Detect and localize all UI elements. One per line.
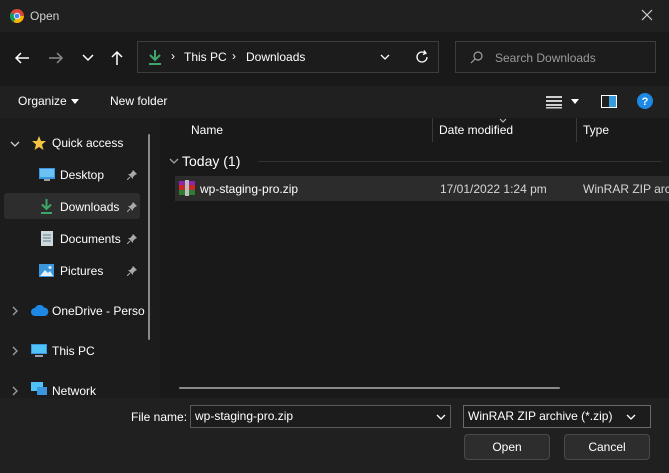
search-placeholder: Search Downloads <box>495 51 596 65</box>
group-divider <box>258 161 662 162</box>
file-row[interactable]: wp-staging-pro.zip 17/01/2022 1:24 pm Wi… <box>175 176 669 201</box>
desktop-icon <box>39 168 55 181</box>
file-type-dropdown-chevron-icon[interactable] <box>626 414 636 421</box>
this-pc-expand-chevron-icon[interactable] <box>12 346 19 356</box>
pin-icon <box>127 202 137 212</box>
close-icon[interactable] <box>640 8 654 22</box>
file-name-input-value: wp-staging-pro.zip <box>195 409 294 423</box>
file-list-pane: Name Date modified Type Today (1) wp-sta… <box>160 118 669 398</box>
window-title: Open <box>30 9 60 23</box>
breadcrumb-this-pc[interactable]: This PC <box>184 50 227 64</box>
search-icon <box>470 51 483 64</box>
nav-item-desktop[interactable]: Desktop <box>60 168 104 182</box>
winrar-archive-icon <box>179 180 195 196</box>
nav-item-pictures[interactable]: Pictures <box>60 264 103 278</box>
new-folder-button[interactable]: New folder <box>110 94 167 108</box>
address-bar[interactable]: › This PC › Downloads <box>137 41 439 73</box>
breadcrumb-downloads[interactable]: Downloads <box>246 50 305 64</box>
back-arrow-icon[interactable] <box>14 51 30 65</box>
pictures-icon <box>39 264 54 277</box>
nav-item-documents[interactable]: Documents <box>60 232 121 246</box>
file-name-label: File name: <box>131 410 188 424</box>
nav-item-this-pc[interactable]: This PC <box>52 344 95 358</box>
chrome-icon <box>10 9 24 23</box>
download-icon <box>40 198 53 214</box>
svg-text:?: ? <box>642 96 649 108</box>
help-icon[interactable]: ? <box>637 93 653 109</box>
column-divider <box>576 118 577 142</box>
group-collapse-chevron-icon[interactable] <box>169 158 179 165</box>
cancel-button[interactable]: Cancel <box>564 434 650 460</box>
forward-arrow-icon[interactable] <box>48 51 64 65</box>
nav-quick-access[interactable]: Quick access <box>52 136 123 150</box>
navigation-pane: Quick access Desktop Downloads Documents… <box>0 118 160 398</box>
file-date-modified: 17/01/2022 1:24 pm <box>440 182 547 196</box>
view-dropdown-caret-icon[interactable] <box>571 99 579 104</box>
command-bar: Organize New folder ? <box>0 86 669 118</box>
recent-locations-chevron-icon[interactable] <box>82 54 94 62</box>
download-icon <box>148 49 162 65</box>
file-name: wp-staging-pro.zip <box>200 182 299 196</box>
column-header-date-modified[interactable]: Date modified <box>439 123 513 137</box>
nav-item-downloads[interactable]: Downloads <box>60 200 119 214</box>
computer-icon <box>31 344 47 358</box>
open-button[interactable]: Open <box>464 434 550 460</box>
pin-icon <box>127 234 137 244</box>
onedrive-expand-chevron-icon[interactable] <box>12 306 19 316</box>
title-bar: Open <box>0 0 669 32</box>
file-type-select[interactable]: WinRAR ZIP archive (*.zip) <box>463 405 651 428</box>
network-expand-chevron-icon[interactable] <box>12 386 19 396</box>
view-options-icon[interactable] <box>546 95 562 109</box>
up-arrow-icon[interactable] <box>110 50 124 66</box>
breadcrumb-separator: › <box>171 49 175 63</box>
quick-access-expanded-chevron-icon[interactable] <box>10 141 20 148</box>
network-icon <box>31 382 47 398</box>
horizontal-scrollbar[interactable] <box>179 387 560 389</box>
star-icon <box>31 135 47 151</box>
refresh-icon[interactable] <box>415 50 429 64</box>
file-type-select-value: WinRAR ZIP archive (*.zip) <box>468 409 613 423</box>
nav-pane-scrollbar[interactable] <box>148 134 150 340</box>
breadcrumb-separator: › <box>232 49 236 63</box>
column-divider <box>432 118 433 142</box>
column-header-type[interactable]: Type <box>583 123 609 137</box>
pin-icon <box>127 170 137 180</box>
group-header-today[interactable]: Today (1) <box>182 153 240 169</box>
preview-pane-icon[interactable] <box>601 95 617 108</box>
pin-icon <box>127 266 137 276</box>
file-name-dropdown-chevron-icon[interactable] <box>436 414 446 421</box>
column-header-name[interactable]: Name <box>191 123 223 137</box>
address-dropdown-chevron-icon[interactable] <box>380 54 390 61</box>
nav-item-network[interactable]: Network <box>52 384 96 398</box>
organize-dropdown-caret-icon <box>71 99 79 104</box>
file-name-input[interactable]: wp-staging-pro.zip <box>190 405 451 428</box>
nav-item-onedrive[interactable]: OneDrive - Perso <box>52 304 145 318</box>
search-box[interactable]: Search Downloads <box>455 41 656 73</box>
file-type: WinRAR ZIP archi <box>583 182 669 196</box>
document-icon <box>41 231 53 246</box>
dialog-footer: File name: wp-staging-pro.zip WinRAR ZIP… <box>0 398 669 473</box>
cloud-icon <box>31 305 49 316</box>
organize-button[interactable]: Organize <box>18 94 67 108</box>
